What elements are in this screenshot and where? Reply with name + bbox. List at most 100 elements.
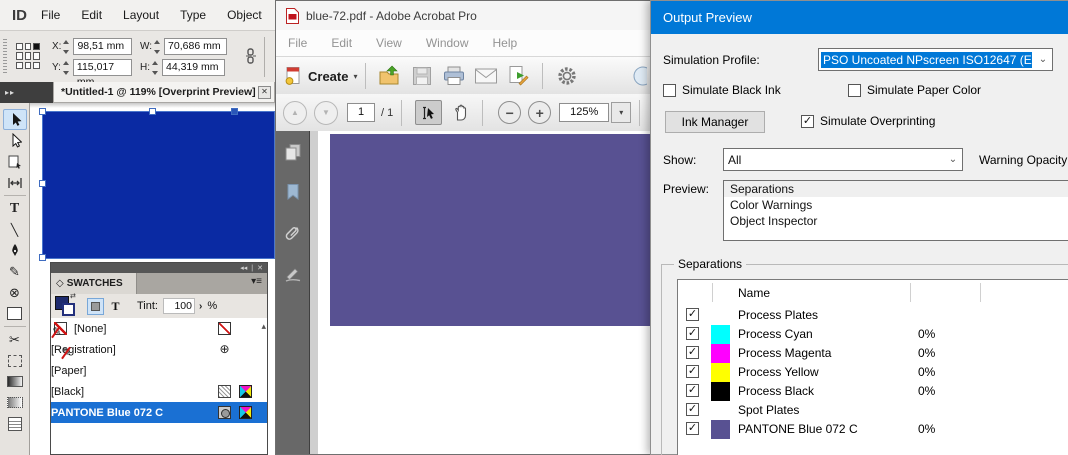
gradient-swatch-tool[interactable]: [3, 371, 27, 392]
open-file-icon[interactable]: [377, 63, 403, 89]
free-transform-tool[interactable]: [3, 350, 27, 371]
menu-item[interactable]: Object: [227, 8, 262, 22]
artwork-blue-rectangle[interactable]: [39, 108, 275, 261]
rectangle-tool[interactable]: [3, 303, 27, 324]
plate-checkbox[interactable]: [686, 327, 699, 340]
y-stepper[interactable]: [62, 60, 71, 75]
simulate-black-ink-checkbox[interactable]: [663, 83, 676, 97]
line-tool[interactable]: [3, 219, 27, 240]
x-stepper[interactable]: [63, 39, 71, 54]
plate-checkbox[interactable]: [686, 346, 699, 359]
w-input[interactable]: 70,686 mm: [164, 38, 228, 55]
swatch-row[interactable]: [None] ▴: [51, 318, 267, 339]
name-column-header[interactable]: Name: [738, 286, 770, 300]
selection-handle[interactable]: [149, 108, 156, 115]
dialog-titlebar[interactable]: Output Preview: [651, 1, 1068, 34]
menu-item[interactable]: Edit: [331, 36, 352, 50]
plate-checkbox[interactable]: [686, 365, 699, 378]
chevron-down-icon[interactable]: ⌄: [944, 154, 962, 165]
swatches-tab[interactable]: ◇ SWATCHES: [51, 273, 137, 294]
menu-item[interactable]: Edit: [81, 8, 102, 22]
stroke-proxy[interactable]: [62, 303, 75, 316]
close-panel-icon[interactable]: ✕: [257, 265, 263, 272]
gradient-feather-tool[interactable]: [3, 392, 27, 413]
plate-checkbox[interactable]: [686, 308, 699, 321]
selection-tool[interactable]: [2, 109, 27, 130]
ink-manager-button[interactable]: Ink Manager: [665, 111, 765, 133]
menu-item[interactable]: File: [288, 36, 307, 50]
menu-item[interactable]: Layout: [123, 8, 159, 22]
note-tool[interactable]: [3, 413, 27, 434]
w-stepper[interactable]: [154, 39, 162, 54]
separation-row[interactable]: Process Cyan 0%: [678, 325, 1068, 344]
collapse-panel-icon[interactable]: ◂◂: [240, 265, 247, 272]
swatch-row[interactable]: [Registration] ▴: [51, 339, 267, 360]
dock-expand-icon[interactable]: ▸▸: [5, 88, 15, 97]
forms-share-icon[interactable]: [505, 63, 531, 89]
frame-ellipse-tool[interactable]: [3, 282, 27, 303]
tab-close-icon[interactable]: ✕: [258, 85, 271, 99]
panel-dock-strip[interactable]: ▸▸: [0, 82, 53, 103]
print-icon[interactable]: [441, 63, 467, 89]
separation-row[interactable]: Process Yellow 0%: [678, 363, 1068, 382]
zoom-level-input[interactable]: 125%: [559, 103, 610, 122]
simulation-profile-combobox[interactable]: PSO Uncoated NPscreen ISO12647 (ECI) ⌄: [818, 48, 1053, 71]
formatting-affects-container-button[interactable]: [87, 297, 104, 315]
menu-item[interactable]: Type: [180, 8, 206, 22]
select-tool-button[interactable]: [415, 100, 443, 125]
bookmarks-icon[interactable]: [285, 183, 301, 201]
scissors-tool[interactable]: [3, 329, 27, 350]
scroll-up-icon[interactable]: ▴: [261, 321, 266, 332]
clipped-toolbar-icon[interactable]: [623, 63, 649, 89]
page-tool[interactable]: [3, 151, 27, 172]
selection-handle[interactable]: [39, 254, 46, 261]
swatch-row[interactable]: [Paper] ▴: [51, 360, 267, 381]
zoom-in-button[interactable]: +: [528, 101, 552, 124]
separation-row[interactable]: Process Black 0%: [678, 382, 1068, 401]
zoom-dropdown-button[interactable]: ▾: [611, 102, 632, 123]
pencil-tool[interactable]: [3, 261, 27, 282]
plate-checkbox[interactable]: [686, 403, 699, 416]
attachments-paperclip-icon[interactable]: [285, 223, 301, 243]
tint-dropdown-icon[interactable]: ›: [199, 301, 202, 312]
hand-tool-button[interactable]: [447, 100, 474, 125]
simulate-black-ink-row[interactable]: Simulate Black Ink: [663, 83, 781, 97]
preview-list-item[interactable]: Separations: [724, 181, 1068, 197]
simulate-overprinting-checkbox[interactable]: [801, 114, 814, 128]
h-input[interactable]: 44,319 mm: [162, 59, 225, 76]
simulate-overprinting-row[interactable]: Simulate Overprinting: [801, 114, 935, 128]
direct-selection-tool[interactable]: [3, 130, 27, 151]
menu-item[interactable]: File: [41, 8, 60, 22]
swap-fill-stroke-icon[interactable]: ⇄: [70, 292, 76, 300]
document-tab[interactable]: *Untitled-1 @ 119% [Overprint Preview] ✕: [53, 82, 275, 103]
selection-handle-active[interactable]: [231, 108, 238, 115]
preview-list-item[interactable]: Color Warnings: [724, 197, 1068, 213]
chevron-down-icon[interactable]: ⌄: [1034, 54, 1052, 65]
gap-tool[interactable]: [3, 172, 27, 193]
create-button[interactable]: Create ▾: [283, 66, 357, 86]
page-number-input[interactable]: 1: [347, 103, 375, 122]
separation-row[interactable]: Spot Plates: [678, 401, 1068, 420]
selection-handle[interactable]: [39, 180, 46, 187]
gear-icon[interactable]: [554, 63, 580, 89]
swatch-row[interactable]: [Black] ▴: [51, 381, 267, 402]
fill-stroke-proxy[interactable]: ⇄: [55, 292, 81, 317]
reference-point-proxy[interactable]: [16, 43, 40, 69]
plate-checkbox[interactable]: [686, 384, 699, 397]
menu-item[interactable]: View: [376, 36, 402, 50]
next-page-button[interactable]: ▼: [314, 100, 338, 125]
formatting-affects-text-button[interactable]: T: [108, 299, 123, 314]
y-input[interactable]: 115,017 mm: [72, 59, 132, 88]
menu-item[interactable]: Help: [493, 36, 518, 50]
save-icon[interactable]: [409, 63, 435, 89]
separation-row[interactable]: PANTONE Blue 072 C 0%: [678, 420, 1068, 439]
tint-input[interactable]: 100: [163, 298, 195, 314]
zoom-out-button[interactable]: −: [498, 101, 522, 124]
simulate-paper-color-checkbox[interactable]: [848, 83, 861, 97]
show-combobox[interactable]: All ⌄: [723, 148, 963, 171]
previous-page-button[interactable]: ▲: [283, 100, 307, 125]
simulate-paper-color-row[interactable]: Simulate Paper Color: [848, 83, 981, 97]
separation-row[interactable]: Process Magenta 0%: [678, 344, 1068, 363]
constrain-proportions-icon[interactable]: [244, 48, 258, 64]
h-stepper[interactable]: [152, 60, 160, 75]
